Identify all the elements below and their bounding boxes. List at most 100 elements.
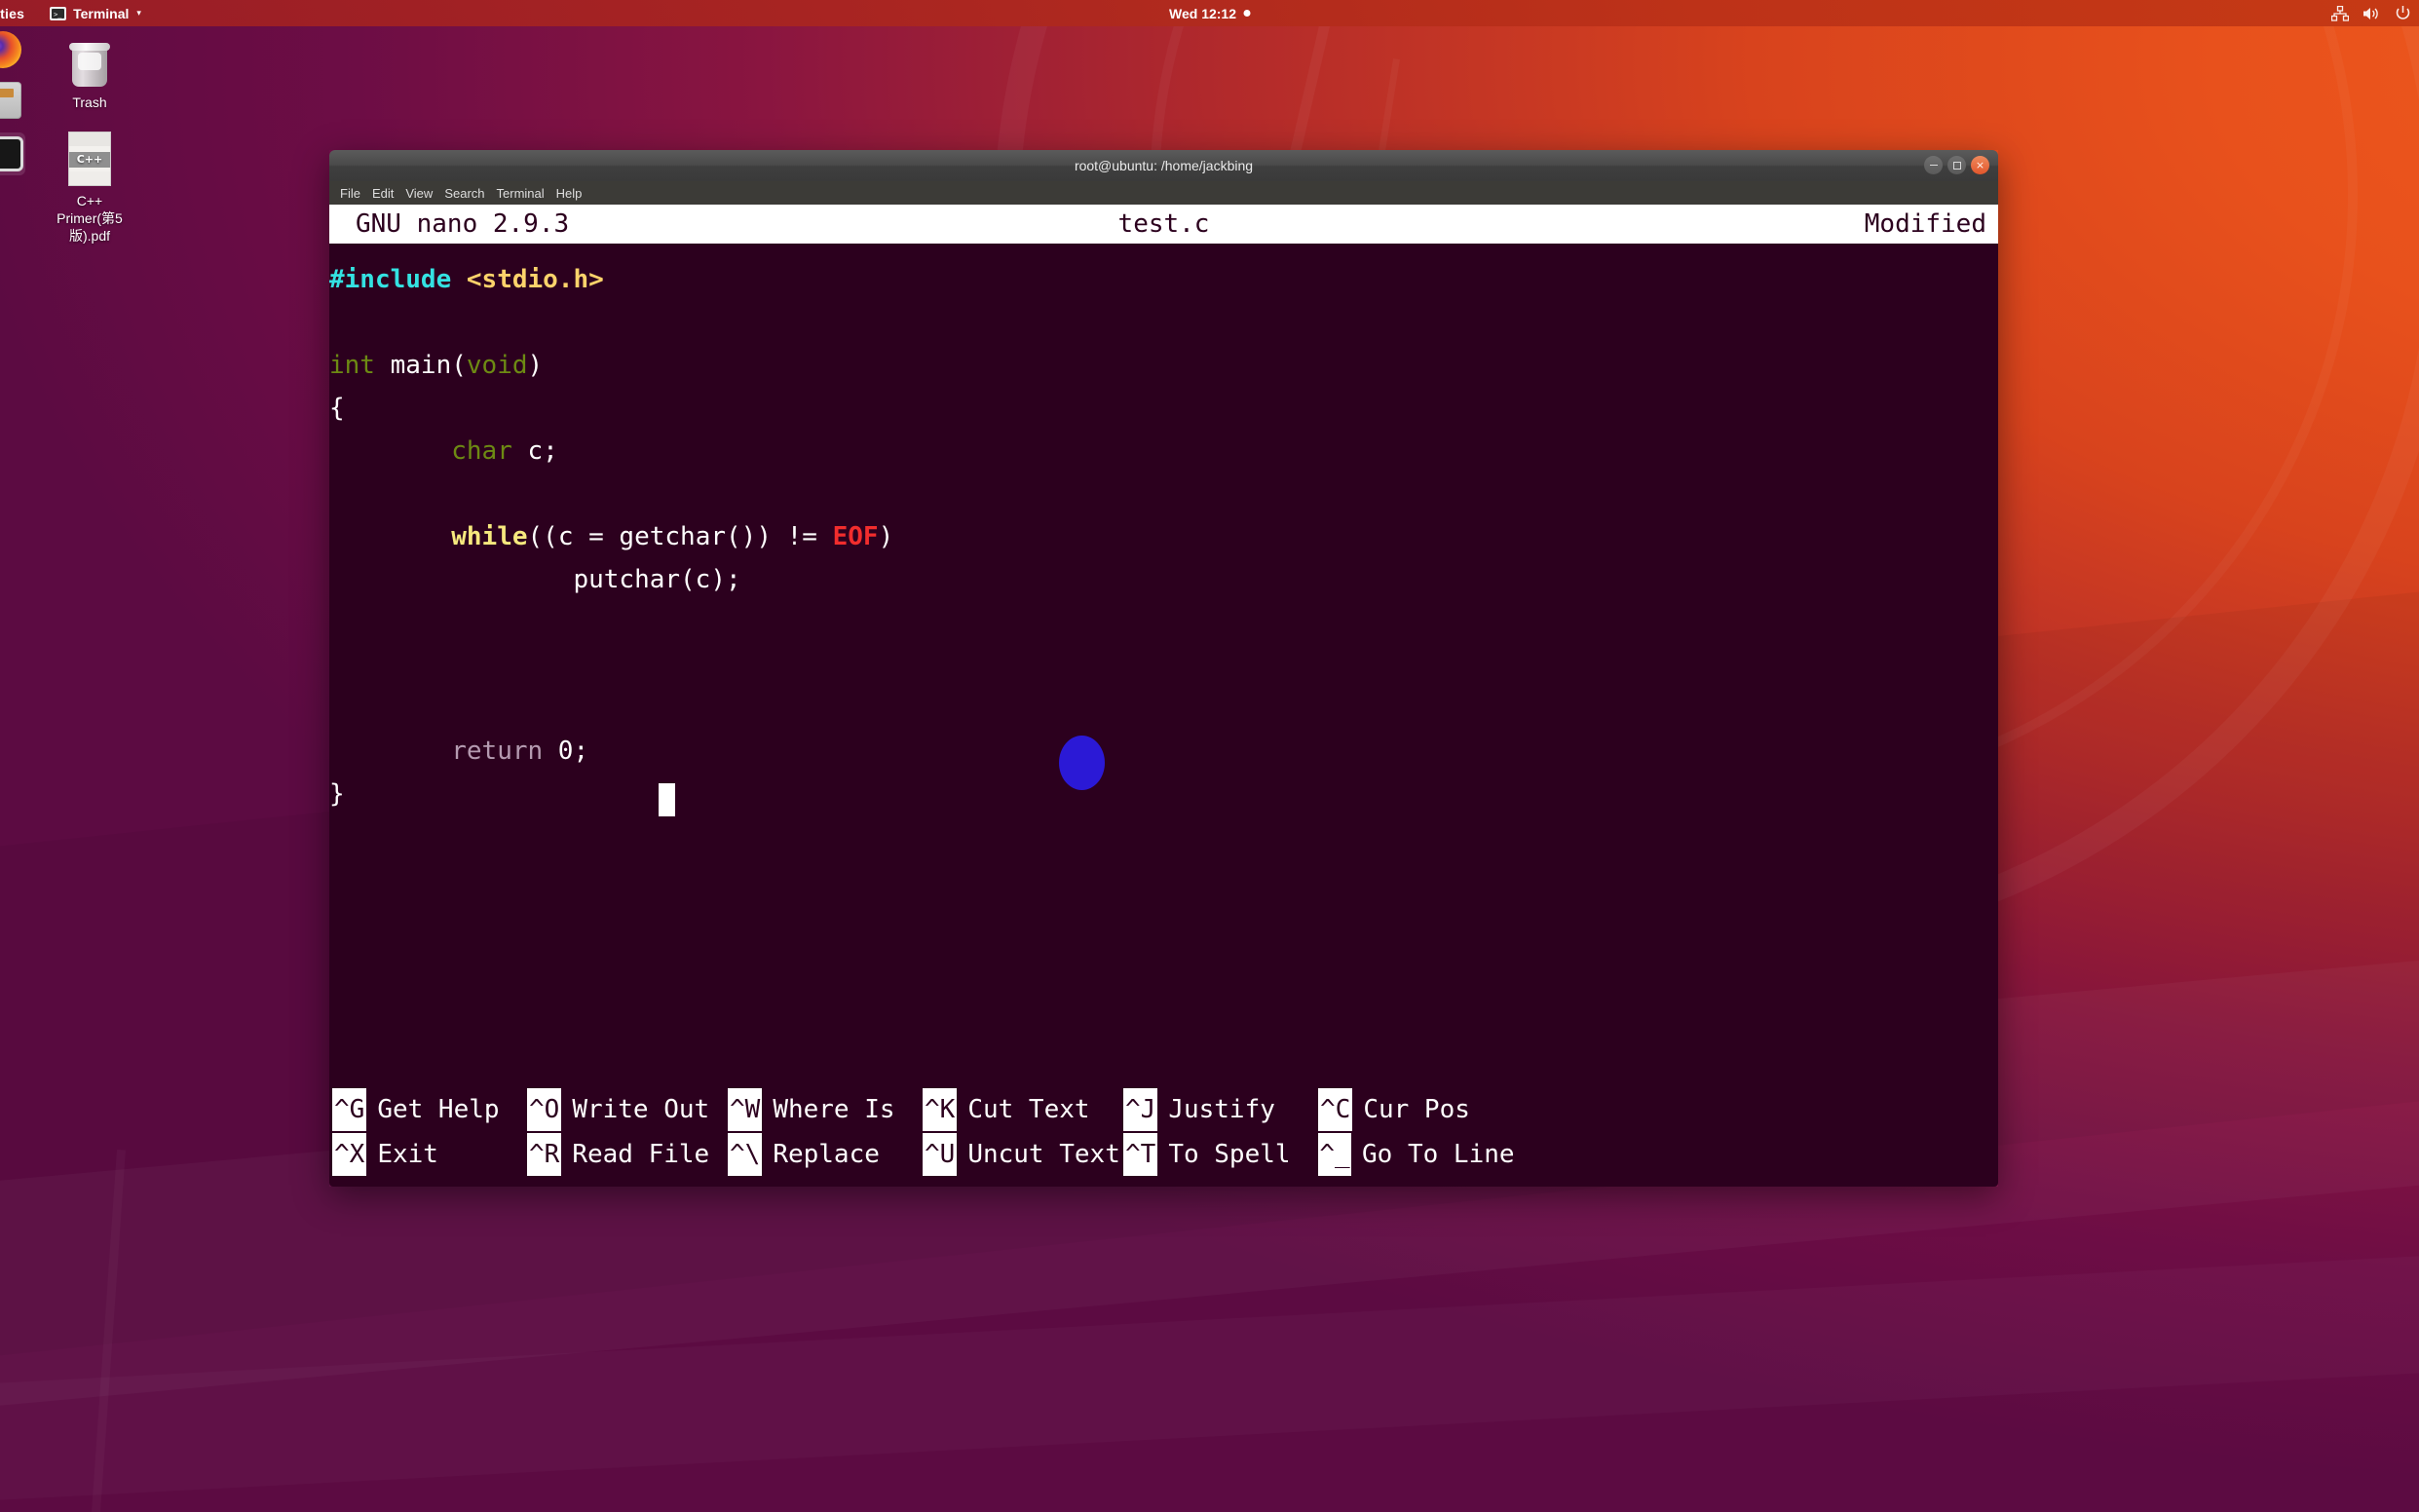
window-controls: × <box>1924 156 1989 174</box>
menu-edit[interactable]: Edit <box>366 184 399 203</box>
nano-shortcut-label: Cur Pos <box>1363 1095 1470 1124</box>
nano-shortcut-label: Exit <box>377 1140 438 1169</box>
menu-help[interactable]: Help <box>550 184 588 203</box>
nano-shortcut-row-2: ^X Exit ^R Read File ^\ Replace ^U Uncut Text ^T… <box>332 1132 1998 1177</box>
nano-shortcut-label: Go To Line <box>1362 1140 1515 1169</box>
code-token: putchar(c); <box>329 565 741 594</box>
code-token: } <box>329 779 345 809</box>
clock-button[interactable]: Wed 12:12 <box>1169 6 1250 21</box>
terminal-content[interactable]: GNU nano 2.9.3 test.c Modified #include … <box>329 205 1998 1187</box>
code-token: int <box>329 351 391 380</box>
menu-file[interactable]: File <box>334 184 366 203</box>
nano-shortcut-label: Write Out <box>572 1095 710 1124</box>
maximize-button[interactable] <box>1947 156 1966 174</box>
nano-shortcut[interactable]: ^U Uncut Text <box>923 1133 1123 1176</box>
nano-shortcut-key: ^\ <box>728 1133 763 1176</box>
code-token: ) <box>878 522 894 551</box>
activities-button[interactable]: ivities <box>0 6 24 21</box>
nano-shortcut-label: To Spell <box>1168 1140 1291 1169</box>
nano-shortcut-label: Where Is <box>773 1095 895 1124</box>
nano-shortcut-bar: ^G Get Help ^O Write Out ^W Where Is ^K Cut Tex… <box>329 1083 1998 1187</box>
app-menu-button[interactable]: >_ Terminal ▾ <box>50 6 141 21</box>
nano-shortcut-label: Justify <box>1168 1095 1275 1124</box>
notification-dot-icon <box>1243 10 1250 17</box>
power-icon[interactable] <box>2395 5 2411 21</box>
dock-terminal-icon[interactable] <box>0 139 20 169</box>
nano-shortcut[interactable]: ^C Cur Pos <box>1318 1088 1513 1131</box>
nano-editor-text[interactable]: #include <stdio.h> int main(void) { char … <box>329 244 1998 1079</box>
gnome-top-panel: ivities >_ Terminal ▾ Wed 12:12 <box>0 0 2419 26</box>
desktop-icon-cpp-label-3: 版).pdf <box>68 228 110 244</box>
nano-shortcut-key: ^T <box>1123 1133 1158 1176</box>
code-token: 0; <box>543 737 589 766</box>
dock-terminal-item[interactable] <box>0 132 25 175</box>
terminal-window: root@ubuntu: /home/jackbing × File Edit … <box>329 150 1998 1187</box>
volume-icon[interactable] <box>2362 6 2381 21</box>
nano-shortcut[interactable]: ^O Write Out <box>527 1088 728 1131</box>
code-line: #include <stdio.h> <box>329 258 1998 301</box>
trash-icon <box>67 39 112 88</box>
clock-label: Wed 12:12 <box>1169 5 1236 21</box>
nano-filename-label: test.c <box>1117 209 1210 239</box>
menu-terminal[interactable]: Terminal <box>491 184 550 203</box>
nano-shortcut-key: ^R <box>527 1133 562 1176</box>
pdf-file-icon: C++ <box>68 132 111 186</box>
nano-shortcut-label: Uncut Text <box>967 1140 1120 1169</box>
nano-shortcut-key: ^G <box>332 1088 367 1131</box>
close-button[interactable]: × <box>1971 156 1989 174</box>
code-token: return <box>451 737 544 766</box>
menu-search[interactable]: Search <box>438 184 490 203</box>
text-cursor <box>659 783 675 816</box>
nano-shortcut[interactable]: ^R Read File <box>527 1133 728 1176</box>
code-line: { <box>329 387 1998 430</box>
code-token: #include <box>329 265 467 294</box>
nano-shortcut[interactable]: ^_ Go To Line <box>1318 1133 1515 1176</box>
system-tray[interactable] <box>2331 5 2411 21</box>
nano-shortcut-key: ^O <box>527 1088 562 1131</box>
nano-shortcut-label: Cut Text <box>967 1095 1090 1124</box>
network-icon[interactable] <box>2331 5 2349 21</box>
nano-shortcut-label: Read File <box>572 1140 710 1169</box>
nano-titlebar: GNU nano 2.9.3 test.c Modified <box>329 205 1998 244</box>
nano-shortcut[interactable]: ^G Get Help <box>332 1088 527 1131</box>
code-token: main( <box>390 351 467 380</box>
nano-shortcut[interactable]: ^T To Spell <box>1123 1133 1318 1176</box>
code-token: void <box>466 351 528 380</box>
chevron-down-icon: ▾ <box>136 8 141 18</box>
window-titlebar[interactable]: root@ubuntu: /home/jackbing × <box>329 150 1998 181</box>
nano-shortcut[interactable]: ^J Justify <box>1123 1088 1318 1131</box>
desktop-icon-cpp-primer[interactable]: C++ C++ Primer(第5 版).pdf <box>31 132 148 245</box>
code-line: } <box>329 773 1998 815</box>
nano-shortcut-key: ^U <box>923 1133 958 1176</box>
code-line: putchar(c); <box>329 558 1998 601</box>
nano-shortcut-key: ^J <box>1123 1088 1158 1131</box>
desktop-icon-cpp-label-2: Primer(第5 <box>57 210 123 226</box>
nano-modified-status: Modified <box>1864 209 1986 239</box>
minimize-button[interactable] <box>1924 156 1943 174</box>
menu-view[interactable]: View <box>399 184 438 203</box>
nano-shortcut[interactable]: ^K Cut Text <box>923 1088 1123 1131</box>
desktop-icon-cpp-label-1: C++ <box>76 193 103 208</box>
code-token: ) <box>527 351 544 380</box>
nano-shortcut-row-1: ^G Get Help ^O Write Out ^W Where Is ^K Cut Tex… <box>332 1087 1998 1132</box>
nano-shortcut[interactable]: ^\ Replace <box>728 1133 923 1176</box>
code-line: char c; <box>329 430 1998 472</box>
desktop-icon-trash[interactable]: Trash <box>31 39 148 111</box>
nano-version-label: GNU nano 2.9.3 <box>356 209 570 239</box>
dock-firefox-icon[interactable] <box>0 31 21 68</box>
pdf-cover-text: C++ <box>69 152 110 168</box>
nano-shortcut-label: Get Help <box>377 1095 500 1124</box>
app-menu-label: Terminal <box>73 5 130 21</box>
code-token: c; <box>511 436 558 466</box>
dock-files-icon[interactable] <box>0 82 21 119</box>
nano-shortcut-key: ^X <box>332 1133 367 1176</box>
nano-shortcut[interactable]: ^W Where Is <box>728 1088 923 1131</box>
nano-shortcut[interactable]: ^X Exit <box>332 1133 527 1176</box>
